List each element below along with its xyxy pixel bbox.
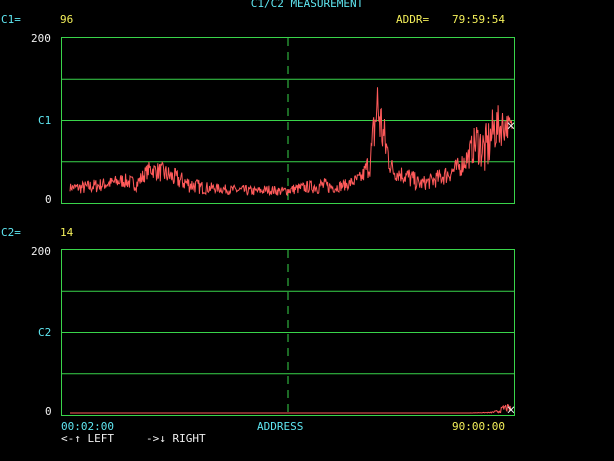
- end-marker-icon: [507, 122, 514, 130]
- page-title: C1/C2 MEASUREMENT: [250, 0, 364, 10]
- c1-label: C1=: [1, 13, 21, 26]
- c1-trace: [69, 87, 513, 197]
- c1-axis-name: C1: [38, 114, 52, 127]
- c2-y-min: 0: [45, 405, 52, 418]
- x-axis-label: ADDRESS: [257, 420, 304, 433]
- c2-value: 14: [60, 226, 74, 239]
- c2-plot: [61, 249, 515, 416]
- addr-label: ADDR=: [396, 13, 430, 26]
- c1-plot-canvas: [62, 38, 514, 203]
- c1-y-max: 200: [31, 32, 51, 45]
- c1-value: 96: [60, 13, 74, 26]
- nav-left-hint[interactable]: <-↑ LEFT: [61, 433, 114, 445]
- addr-value: 79:59:54: [452, 13, 505, 26]
- x-axis-end: 90:00:00: [452, 420, 505, 433]
- c2-trace: [70, 403, 513, 414]
- c2-label: C2=: [1, 226, 21, 239]
- c1-plot: [61, 37, 515, 204]
- c2-plot-canvas: [62, 250, 514, 415]
- c2-y-max: 200: [31, 245, 51, 258]
- c2-axis-name: C2: [38, 326, 52, 339]
- nav-right-hint[interactable]: ->↓ RIGHT: [146, 433, 206, 445]
- c1-y-min: 0: [45, 193, 52, 206]
